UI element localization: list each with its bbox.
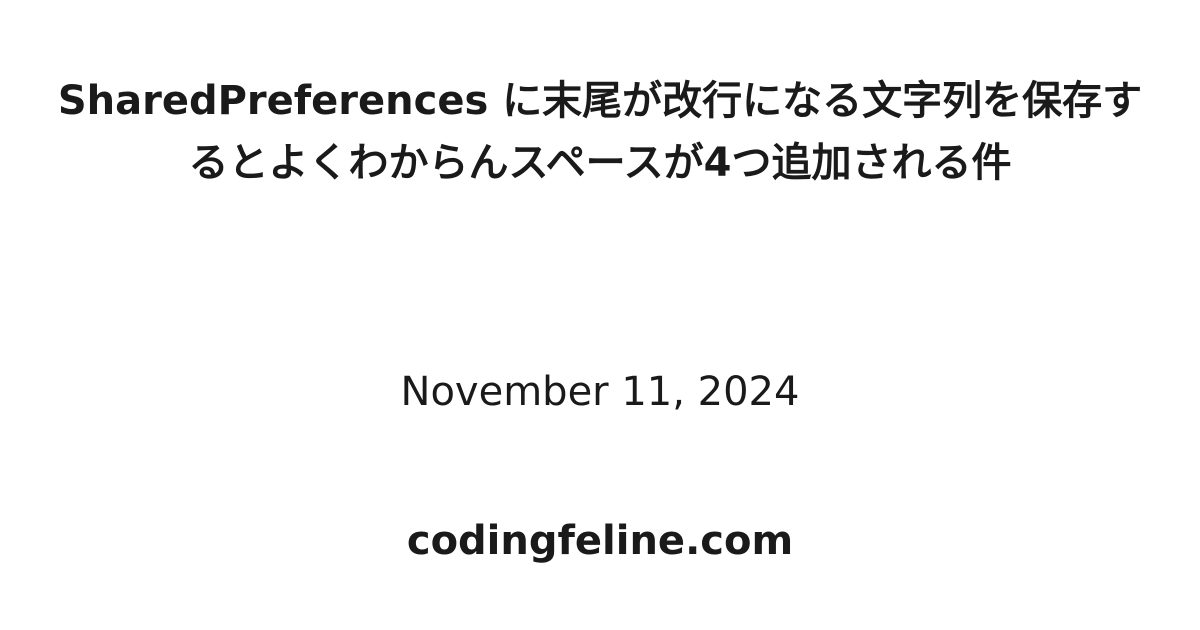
site-name: codingfeline.com [406,518,794,564]
post-date: November 11, 2024 [400,369,800,415]
og-card: SharedPreferences に末尾が改行になる文字列を保存するとよくわか… [0,0,1200,630]
post-title: SharedPreferences に末尾が改行になる文字列を保存するとよくわか… [57,78,1143,186]
